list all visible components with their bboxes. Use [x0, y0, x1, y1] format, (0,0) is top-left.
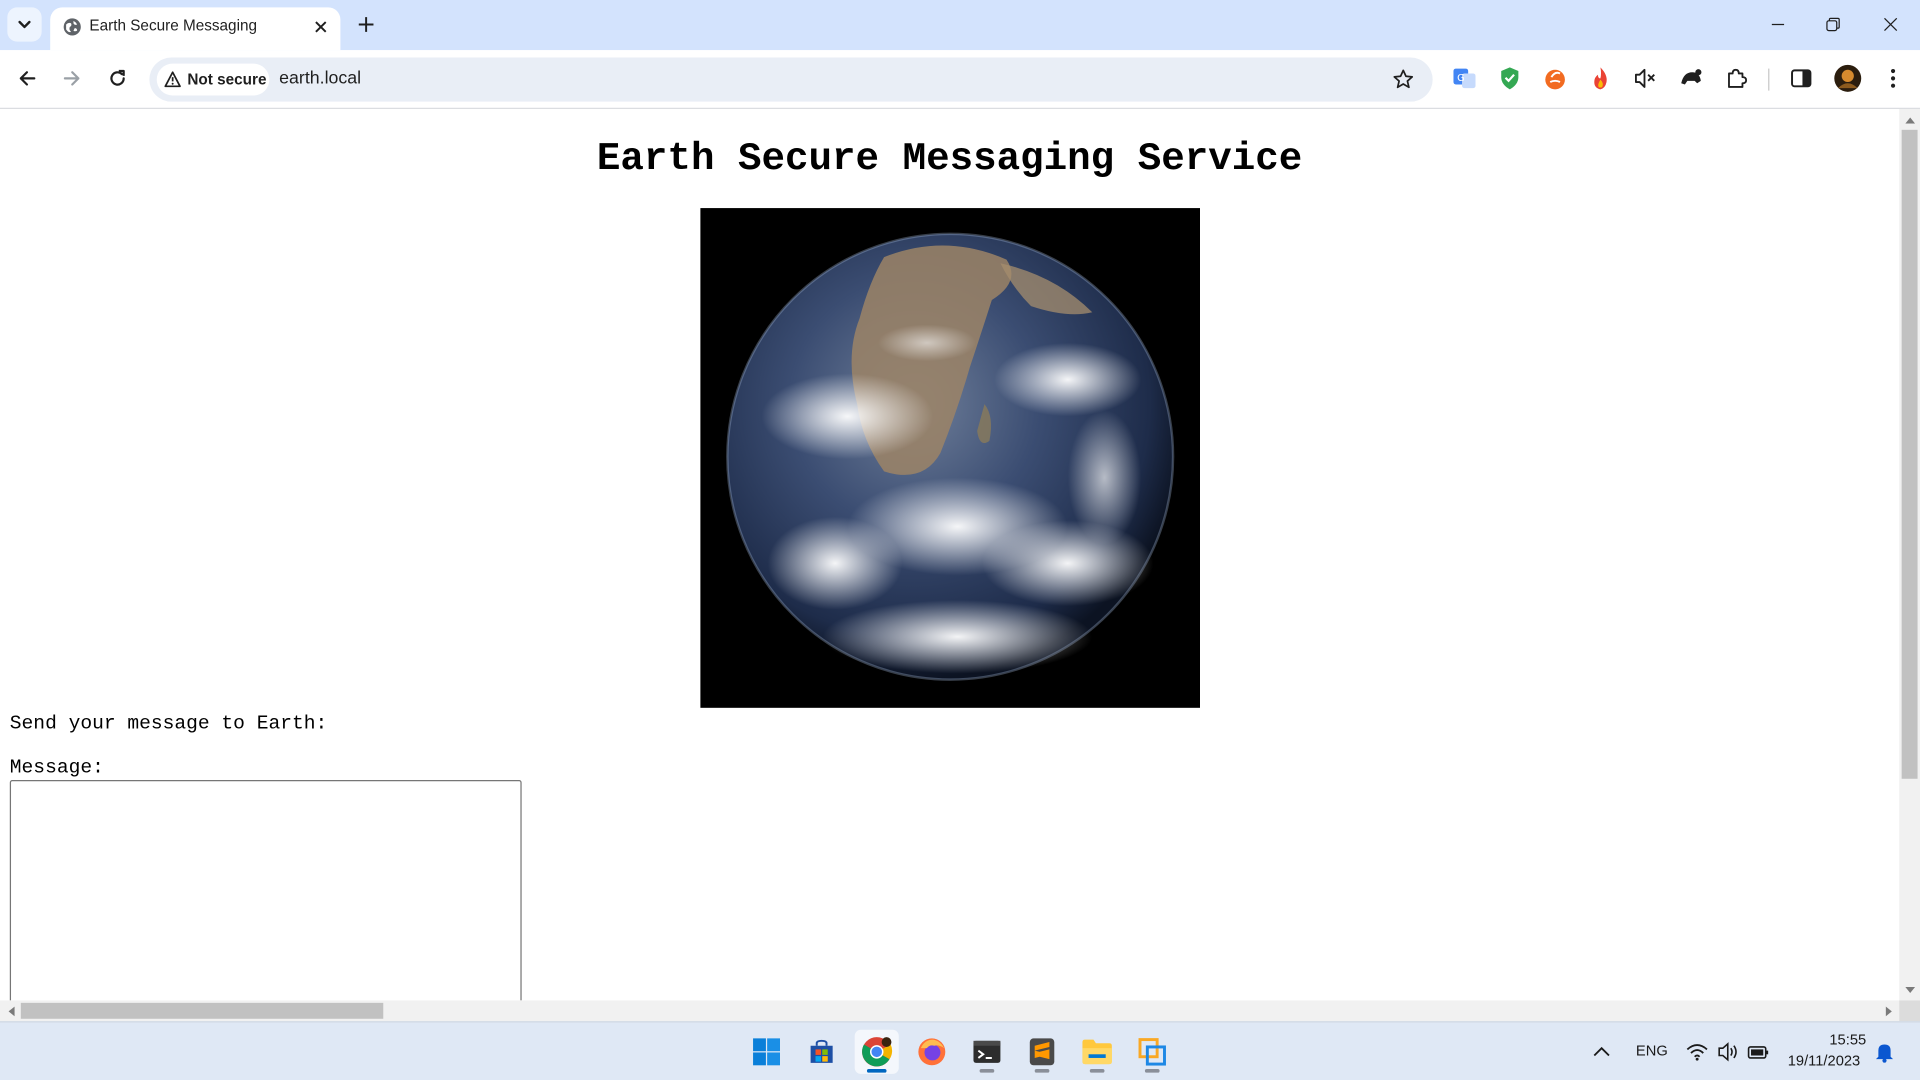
sublime-text-app[interactable] — [1020, 1030, 1064, 1074]
flame-extension-icon[interactable] — [1587, 65, 1614, 92]
vertical-scroll-thumb[interactable] — [1901, 129, 1918, 779]
clock-date[interactable]: 19/11/2023 — [1788, 1052, 1860, 1069]
globe-icon — [63, 18, 81, 36]
wifi-icon[interactable] — [1686, 1041, 1708, 1063]
browser-toolbar: Not secure earth.local G — [0, 50, 1920, 109]
horizontal-scrollbar[interactable] — [0, 1000, 1900, 1022]
running-app-indicator — [979, 1068, 995, 1073]
firefox-icon — [918, 1038, 946, 1066]
mute-icon[interactable] — [1632, 65, 1659, 92]
back-button[interactable] — [10, 61, 44, 95]
warning-icon — [164, 71, 181, 88]
running-app-indicator — [1034, 1068, 1050, 1073]
profile-avatar[interactable] — [1833, 64, 1862, 93]
new-tab-button[interactable] — [351, 10, 380, 39]
restore-button[interactable] — [1806, 5, 1860, 44]
toolbar-separator — [1768, 68, 1770, 91]
virtual-machine-icon — [1138, 1038, 1166, 1066]
close-icon — [1884, 17, 1898, 32]
minimize-button[interactable] — [1751, 5, 1805, 44]
clock-time[interactable]: 15:55 — [1829, 1031, 1866, 1048]
address-bar[interactable]: Not secure earth.local — [149, 57, 1433, 102]
scroll-corner — [1899, 1000, 1920, 1022]
notification-bell-icon[interactable] — [1873, 1041, 1895, 1063]
arrow-right-icon — [63, 71, 80, 86]
folder-icon — [1082, 1039, 1112, 1065]
svg-text:G: G — [1457, 73, 1465, 84]
chevron-up-icon[interactable] — [1591, 1041, 1613, 1063]
scroll-right-arrow-icon[interactable] — [1878, 1000, 1899, 1021]
page-title: Earth Secure Messaging Service — [596, 135, 1303, 182]
running-app-indicator — [1144, 1068, 1160, 1073]
virtual-machine-app[interactable] — [1130, 1030, 1174, 1074]
close-icon — [315, 21, 327, 33]
file-explorer-app[interactable] — [1075, 1030, 1119, 1074]
language-indicator[interactable]: ENG — [1636, 1042, 1668, 1059]
chevron-down-icon — [18, 20, 31, 29]
url-text[interactable]: earth.local — [279, 69, 361, 89]
message-label: Message: — [9, 756, 104, 779]
plus-icon — [358, 17, 374, 32]
volume-icon[interactable] — [1717, 1041, 1739, 1063]
active-app-indicator — [866, 1068, 887, 1073]
side-panel-icon[interactable] — [1788, 65, 1815, 92]
star-icon — [1393, 69, 1414, 89]
orange-extension-icon[interactable] — [1542, 65, 1569, 92]
arrow-left-icon — [19, 71, 36, 86]
security-chip[interactable]: Not secure — [156, 63, 270, 96]
menu-kebab-icon[interactable] — [1880, 65, 1907, 92]
scroll-down-arrow-icon[interactable] — [1899, 980, 1920, 1001]
vertical-scrollbar[interactable] — [1899, 108, 1920, 1001]
tab-close-button[interactable] — [310, 16, 332, 38]
tab-search-button[interactable] — [7, 7, 42, 42]
running-app-indicator — [1089, 1068, 1105, 1073]
store-icon — [810, 1039, 833, 1063]
google-translate-icon[interactable]: G — [1451, 65, 1478, 92]
turtle-extension-icon[interactable] — [1678, 65, 1705, 92]
terminal-icon — [973, 1040, 1001, 1063]
security-label: Not secure — [187, 71, 267, 89]
reload-icon — [110, 69, 125, 86]
scroll-up-arrow-icon[interactable] — [1899, 109, 1920, 130]
page-viewport: Earth Secure Messaging Service Send your… — [0, 108, 1900, 1001]
horizontal-scroll-thumb[interactable] — [20, 1002, 384, 1019]
browser-tab[interactable]: Earth Secure Messaging — [50, 7, 341, 51]
tab-strip: Earth Secure Messaging — [0, 0, 1920, 51]
send-prompt: Send your message to Earth: — [9, 712, 328, 735]
chrome-app[interactable] — [854, 1029, 899, 1074]
chrome-icon — [862, 1037, 893, 1067]
bookmark-button[interactable] — [1389, 65, 1418, 94]
start-button[interactable] — [744, 1030, 788, 1074]
restore-icon — [1826, 17, 1840, 32]
tab-title: Earth Secure Messaging — [89, 17, 258, 35]
windows-logo-icon — [753, 1038, 780, 1066]
terminal-app[interactable] — [965, 1030, 1009, 1074]
scroll-left-arrow-icon[interactable] — [0, 1000, 21, 1021]
message-textarea[interactable] — [9, 780, 522, 1001]
close-window-button[interactable] — [1864, 5, 1918, 44]
battery-icon[interactable] — [1747, 1041, 1769, 1063]
microsoft-store-app[interactable] — [800, 1030, 844, 1074]
firefox-app[interactable] — [910, 1030, 954, 1074]
forward-button[interactable] — [55, 61, 89, 95]
minimize-icon — [1771, 23, 1785, 26]
sublime-text-icon — [1029, 1038, 1055, 1066]
reload-button[interactable] — [100, 61, 134, 95]
puzzle-extensions-icon[interactable] — [1723, 65, 1750, 92]
shield-extension-icon[interactable] — [1496, 65, 1523, 92]
earth-image — [700, 208, 1200, 708]
windows-taskbar: ENG 15:55 19/11/2023 — [0, 1021, 1920, 1080]
